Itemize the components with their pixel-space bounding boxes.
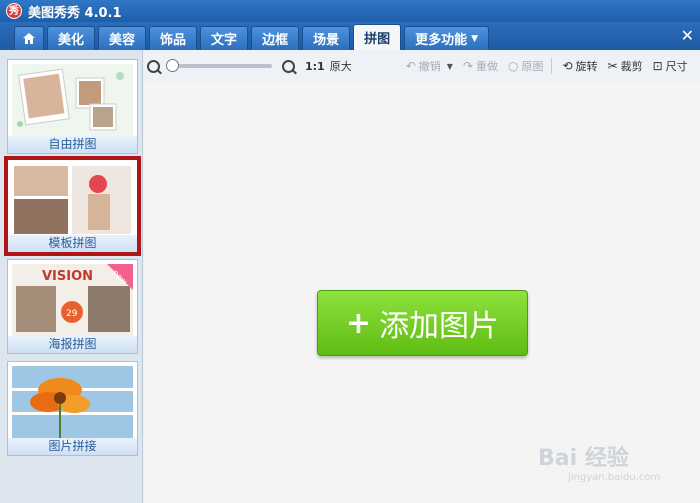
- crop-button[interactable]: ✂ 裁剪: [608, 58, 643, 74]
- tab-beautify[interactable]: 美化: [47, 26, 96, 50]
- undo-button[interactable]: ↶ 撤销 ▼: [406, 58, 453, 74]
- chevron-down-icon[interactable]: ▼: [447, 62, 453, 71]
- tab-text[interactable]: 文字: [200, 26, 249, 50]
- close-icon[interactable]: ✕: [681, 26, 694, 45]
- sidebar-item-image-stitch[interactable]: 图片拼接: [7, 361, 138, 456]
- scissors-icon: ✂: [607, 59, 618, 73]
- rotate-icon: ⟲: [562, 59, 573, 73]
- sidebar-item-label: 海报拼图: [8, 336, 137, 353]
- sidebar-item-label: 自由拼图: [8, 136, 137, 153]
- tab-more-functions[interactable]: 更多功能 ▼: [404, 26, 490, 50]
- zoom-out-icon[interactable]: [147, 59, 160, 73]
- app-logo-icon: 秀: [6, 3, 22, 19]
- canvas-toolbar: 1:1 原大 ↶ 撤销 ▼ ↷ 重做 ○ 原图 ⟲ 旋转 ✂ 裁剪 ⊡ 尺寸: [143, 50, 700, 82]
- size-button[interactable]: ⊡ 尺寸: [653, 58, 688, 74]
- redo-button[interactable]: ↷ 重做: [463, 58, 498, 74]
- title-bar: 秀 美图秀秀 4.0.1: [0, 0, 700, 22]
- tab-collage[interactable]: 拼图: [353, 24, 402, 50]
- original-size-button[interactable]: 原大: [330, 58, 352, 74]
- undo-icon: ↶: [405, 59, 416, 73]
- sidebar-item-label: 模板拼图: [8, 235, 137, 252]
- free-collage-thumbnail: [12, 64, 133, 136]
- watermark: Bai 经验 jingyan.baidu.com: [538, 446, 661, 483]
- zoom-slider-handle[interactable]: [166, 59, 179, 72]
- plus-icon: +: [345, 305, 372, 341]
- toolbar-divider: [551, 58, 553, 74]
- rotate-button[interactable]: ⟲ 旋转: [562, 58, 597, 74]
- home-icon: [23, 33, 35, 44]
- tab-beauty[interactable]: 美容: [98, 26, 147, 50]
- tab-scene[interactable]: 场景: [302, 26, 351, 50]
- chevron-down-icon: ▼: [471, 33, 479, 44]
- sidebar-item-poster-collage[interactable]: VISION 29 new 海报拼图: [7, 259, 138, 354]
- sidebar-item-template-collage[interactable]: 模板拼图: [4, 156, 141, 256]
- main-tab-bar: 美化 美容 饰品 文字 边框 场景 拼图 更多功能 ▼: [0, 22, 700, 50]
- tab-home[interactable]: [14, 26, 44, 50]
- collage-mode-sidebar: 自由拼图 模板拼图 VISION 29 new 海报拼图 图片拼接: [0, 50, 143, 503]
- original-image-button[interactable]: ○ 原图: [508, 58, 543, 74]
- zoom-in-icon[interactable]: [282, 59, 295, 73]
- original-image-icon: ○: [508, 59, 519, 73]
- template-collage-thumbnail: [12, 164, 133, 236]
- zoom-slider[interactable]: [166, 59, 272, 72]
- window-title: 美图秀秀 4.0.1: [28, 5, 122, 21]
- add-image-button[interactable]: + 添加图片: [317, 290, 528, 356]
- svg-text:29: 29: [66, 309, 78, 319]
- redo-icon: ↷: [462, 59, 473, 73]
- poster-collage-thumbnail: VISION 29 new: [12, 264, 133, 336]
- resize-icon: ⊡: [652, 59, 663, 73]
- zoom-ratio-button[interactable]: 1:1: [305, 60, 325, 73]
- sidebar-item-label: 图片拼接: [8, 438, 137, 455]
- tab-accessories[interactable]: 饰品: [149, 26, 198, 50]
- svg-text:VISION: VISION: [42, 269, 93, 284]
- image-stitch-thumbnail: [12, 366, 133, 438]
- tab-border[interactable]: 边框: [251, 26, 300, 50]
- add-image-label: 添加图片: [379, 309, 500, 344]
- sidebar-item-free-collage[interactable]: 自由拼图: [7, 59, 138, 154]
